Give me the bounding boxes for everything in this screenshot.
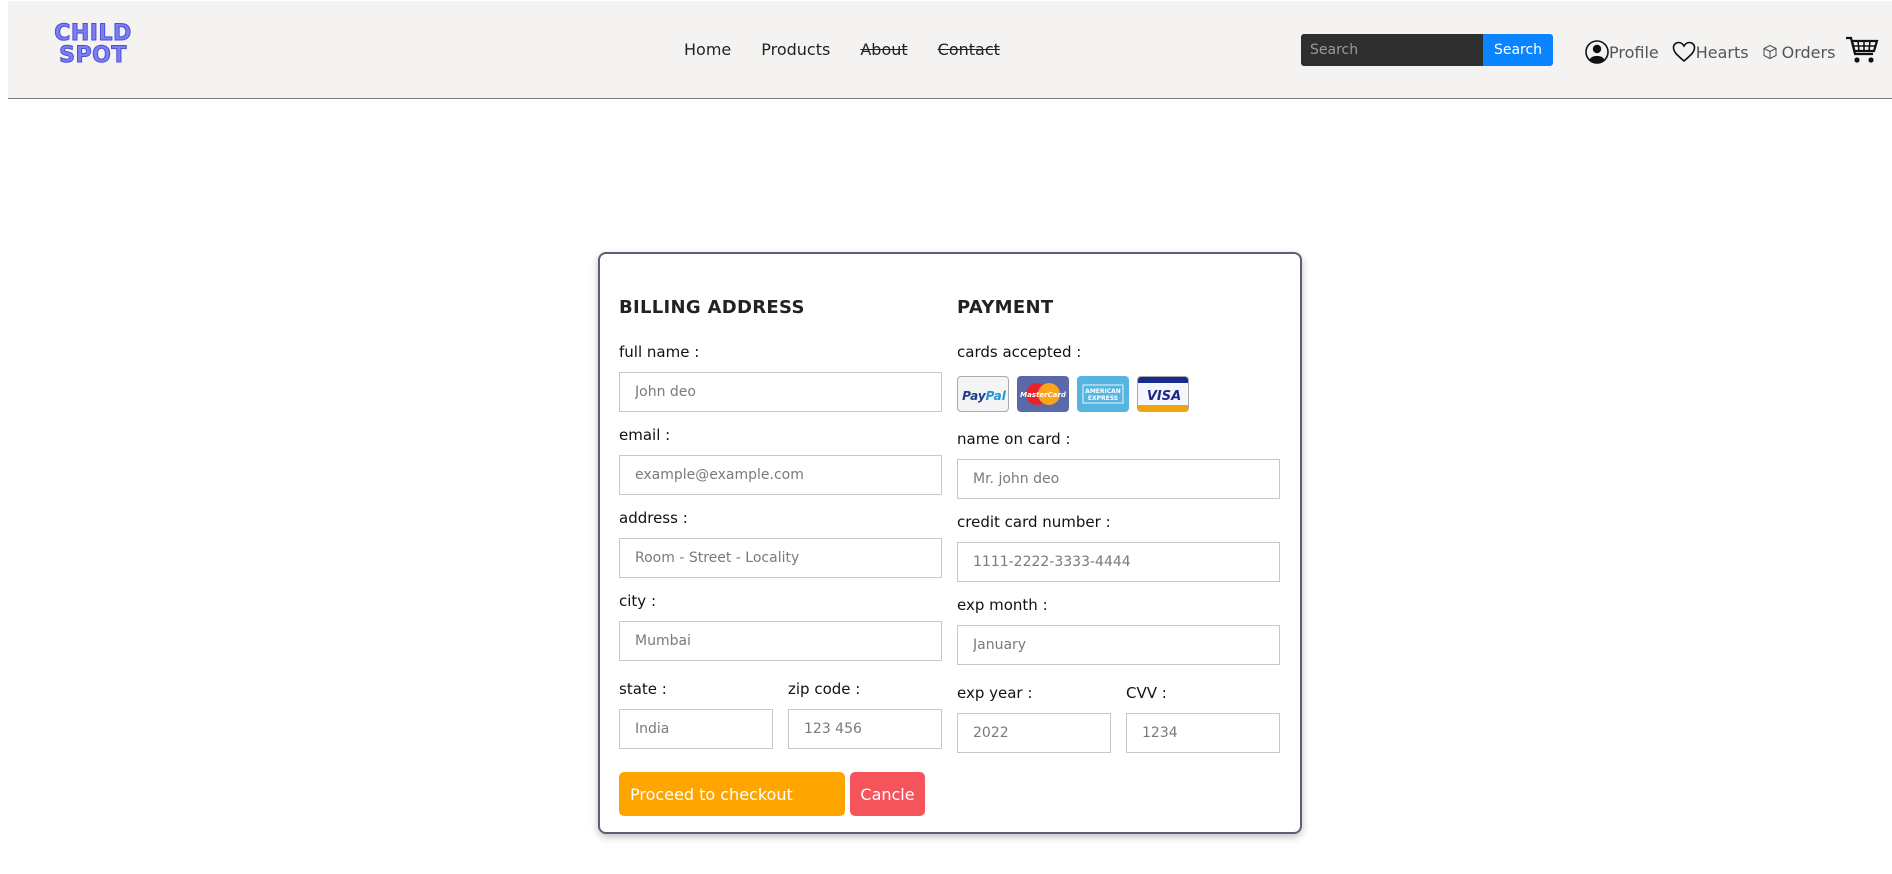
brand-line1: CHILD (54, 21, 132, 46)
full-name-field[interactable] (619, 372, 942, 412)
city-field[interactable] (619, 621, 942, 661)
search-input[interactable] (1301, 34, 1483, 66)
box-icon (1762, 44, 1778, 60)
user-circle-icon (1585, 39, 1609, 65)
name-on-card-field[interactable] (957, 459, 1280, 499)
cart-icon[interactable] (1845, 35, 1879, 69)
address-label: address : (619, 509, 688, 527)
nav-link-products[interactable]: Products (761, 40, 830, 60)
search-button[interactable]: Search (1483, 34, 1553, 66)
nav-links: Home Products About Contact (684, 40, 1030, 60)
svg-text:MasterCard: MasterCard (1020, 391, 1067, 399)
nav-link-home[interactable]: Home (684, 40, 731, 60)
svg-text:PayPal: PayPal (962, 389, 1007, 403)
address-field[interactable] (619, 538, 942, 578)
full-name-label: full name : (619, 343, 700, 361)
payment-title: PAYMENT (957, 297, 1054, 318)
navbar: CHILD SPOT Home Products About Contact S… (8, 1, 1892, 99)
svg-text:EXPRESS: EXPRESS (1088, 395, 1118, 402)
accepted-cards: PayPal MasterCard AMERICAN EXPRESS VISA (957, 376, 1189, 412)
cancel-button[interactable]: Cancle (850, 772, 925, 816)
orders-link[interactable]: Orders (1762, 42, 1836, 62)
visa-icon: VISA (1137, 376, 1189, 412)
card-number-field[interactable] (957, 542, 1280, 582)
state-label: state : (619, 680, 667, 698)
paypal-icon: PayPal (957, 376, 1009, 412)
cvv-label: CVV : (1126, 684, 1167, 702)
brand-logo[interactable]: CHILD SPOT (43, 21, 143, 68)
profile-label: Profile (1609, 42, 1659, 62)
proceed-to-checkout-button[interactable]: Proceed to checkout (619, 772, 845, 816)
zip-field[interactable] (788, 709, 942, 749)
exp-month-label: exp month : (957, 596, 1048, 614)
zip-label: zip code : (788, 680, 861, 698)
exp-month-field[interactable] (957, 625, 1280, 665)
nav-link-contact[interactable]: Contact (938, 40, 1000, 60)
search-box: Search (1301, 34, 1553, 66)
email-label: email : (619, 426, 671, 444)
hearts-link[interactable]: Hearts (1672, 41, 1749, 63)
nav-icons: Profile Hearts Orders (1585, 35, 1879, 69)
exp-year-field[interactable] (957, 713, 1111, 753)
hearts-label: Hearts (1695, 42, 1749, 62)
billing-title: BILLING ADDRESS (619, 297, 805, 318)
city-label: city : (619, 592, 656, 610)
card-number-label: credit card number : (957, 513, 1111, 531)
svg-text:AMERICAN: AMERICAN (1085, 388, 1121, 395)
orders-label: Orders (1781, 42, 1836, 62)
profile-link[interactable]: Profile (1585, 39, 1659, 65)
heart-icon (1672, 41, 1696, 63)
exp-year-label: exp year : (957, 684, 1033, 702)
cards-accepted-label: cards accepted : (957, 343, 1082, 361)
cvv-field[interactable] (1126, 713, 1280, 753)
nav-link-about[interactable]: About (860, 40, 907, 60)
svg-text:VISA: VISA (1147, 389, 1181, 404)
brand-line2: SPOT (59, 43, 127, 68)
email-field[interactable] (619, 455, 942, 495)
amex-icon: AMERICAN EXPRESS (1077, 376, 1129, 412)
mastercard-icon: MasterCard (1017, 376, 1069, 412)
name-on-card-label: name on card : (957, 430, 1071, 448)
checkout-form: BILLING ADDRESS full name : email : addr… (598, 252, 1302, 834)
state-field[interactable] (619, 709, 773, 749)
